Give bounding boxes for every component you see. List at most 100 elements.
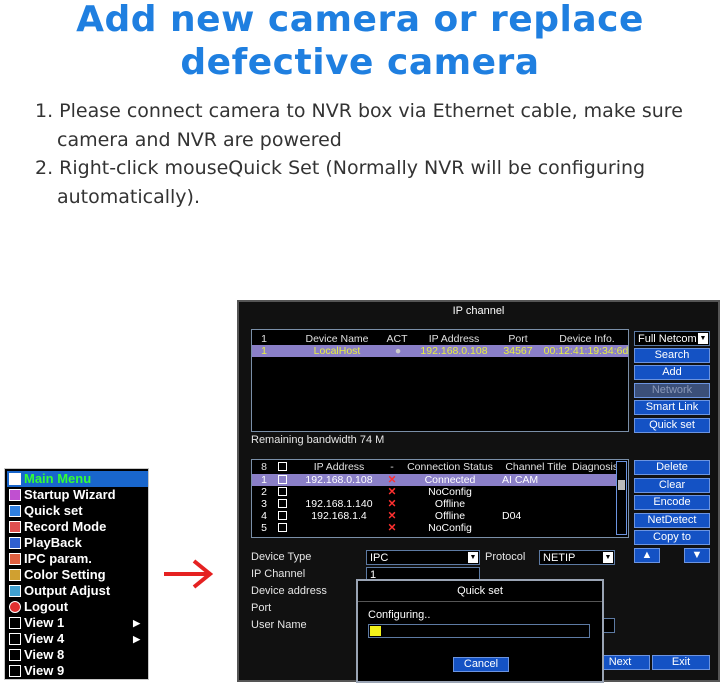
table-row[interactable]: 3 192.168.1.140 ✕ Offline <box>252 498 616 510</box>
menu-item-view-1[interactable]: View 1 ▶ <box>7 615 148 631</box>
select-all-checkbox[interactable] <box>278 462 287 471</box>
instruction-list: 1. Please connect camera to NVR box via … <box>35 97 695 211</box>
table-cell: Connected <box>424 474 476 486</box>
menu-item-logout[interactable]: Logout <box>7 599 148 615</box>
status-error-icon: ✕ <box>387 522 397 534</box>
instruction-step-1: 1. Please connect camera to NVR box via … <box>35 100 683 151</box>
table-cell: 5 <box>261 522 267 534</box>
encode-button[interactable]: Encode <box>634 495 710 510</box>
triangle-up-icon: ▲ <box>641 549 653 561</box>
table-row[interactable]: 1 192.168.0.108 ✕ Connected AI CAM <box>252 474 616 486</box>
ipc-icon <box>9 553 21 565</box>
protocol-label: Protocol <box>485 551 526 563</box>
netcom-select[interactable]: Full Netcom ▼ <box>634 331 710 346</box>
smart-link-button[interactable]: Smart Link <box>634 400 710 415</box>
netdetect-button[interactable]: NetDetect <box>634 513 710 528</box>
table-cell: 192.168.0.108 <box>305 474 373 486</box>
network-button[interactable]: Network <box>634 383 710 398</box>
up-arrow-button[interactable]: ▲ <box>634 548 660 563</box>
device-type-value: IPC <box>370 552 389 564</box>
menu-item-label: Color Setting <box>24 567 106 582</box>
output-icon <box>9 585 21 597</box>
submenu-arrow-icon: ▶ <box>133 634 140 644</box>
table-cell: LocalHost <box>313 345 361 357</box>
copy-to-button[interactable]: Copy to <box>634 530 710 545</box>
menu-item-color-setting[interactable]: Color Setting <box>7 567 148 583</box>
menu-item-ipc-param[interactable]: IPC param. <box>7 551 148 567</box>
column-header: ACT <box>386 333 408 345</box>
row-checkbox[interactable] <box>278 523 287 532</box>
view8-icon <box>9 649 21 661</box>
record-icon <box>9 521 21 533</box>
down-arrow-button[interactable]: ▼ <box>684 548 710 563</box>
device-search-table: 1 Device Name ACT IP Address Port Device… <box>251 329 629 432</box>
add-button[interactable]: Add <box>634 365 710 380</box>
menu-item-output-adjust[interactable]: Output Adjust <box>7 583 148 599</box>
column-header: IP Address <box>428 333 480 345</box>
menu-item-view-9[interactable]: View 9 <box>7 663 148 679</box>
heading-line-1: Add new camera or replace <box>76 0 644 40</box>
table-row[interactable]: 4 192.168.1.4 ✕ Offline D04 <box>252 510 616 522</box>
view1-icon <box>9 617 21 629</box>
menu-item-startup-wizard[interactable]: Startup Wizard <box>7 487 148 503</box>
table-cell: Offline <box>434 498 466 510</box>
menu-item-view-8[interactable]: View 8 <box>7 647 148 663</box>
menu-item-label: Logout <box>24 599 69 614</box>
instruction-step-2: 2. Right-click mouseQuick Set (Normally … <box>35 157 646 208</box>
status-error-icon: ✕ <box>387 510 397 522</box>
channel-table: 8 IP Address - Connection Status Channel… <box>251 459 629 538</box>
heading-line-2: defective camera <box>180 42 540 83</box>
table-cell: 34567 <box>503 345 533 357</box>
table-cell: 192.168.1.4 <box>311 510 367 522</box>
remaining-bandwidth: Remaining bandwidth 74 M <box>251 434 385 446</box>
search-button[interactable]: Search <box>634 348 710 363</box>
table-cell: NoConfig <box>428 522 472 534</box>
menu-item-label: Record Mode <box>24 519 107 534</box>
menu-item-label: Output Adjust <box>24 583 111 598</box>
vertical-scrollbar[interactable] <box>616 461 627 535</box>
status-error-icon: ✕ <box>387 486 397 498</box>
table-cell: 192.168.0.108 <box>420 345 488 357</box>
column-header: Channel Title <box>505 461 567 473</box>
menu-item-view-4[interactable]: View 4 ▶ <box>7 631 148 647</box>
dialog-title: Quick set <box>457 585 503 597</box>
menu-item-label: Main Menu <box>24 471 92 486</box>
right-arrow-icon <box>164 559 214 589</box>
table-cell: NoConfig <box>428 486 472 498</box>
protocol-select[interactable]: NETIP ▼ <box>539 550 615 565</box>
table-row[interactable]: 1 LocalHost ● 192.168.0.108 34567 00:12:… <box>252 345 628 357</box>
quick-set-dialog: Quick set Configuring.. Cancel <box>356 579 604 683</box>
delete-button[interactable]: Delete <box>634 460 710 475</box>
triangle-down-icon: ▼ <box>691 549 703 561</box>
menu-item-quick-set[interactable]: Quick set <box>7 503 148 519</box>
table-row[interactable]: 2 ✕ NoConfig <box>252 486 616 498</box>
row-checkbox[interactable] <box>278 499 287 508</box>
protocol-value: NETIP <box>543 552 576 564</box>
menu-item-record-mode[interactable]: Record Mode <box>7 519 148 535</box>
menu-item-label: View 1 <box>24 615 65 630</box>
menu-item-main-menu[interactable]: Main Menu <box>7 471 148 487</box>
home-icon <box>9 473 21 485</box>
scrollbar-thumb[interactable] <box>618 480 625 490</box>
menu-item-playback[interactable]: PlayBack <box>7 535 148 551</box>
status-error-icon: ✕ <box>387 498 397 510</box>
view9-icon <box>9 665 21 677</box>
netcom-select-value: Full Netcom <box>638 333 697 345</box>
chevron-down-icon: ▼ <box>468 552 478 563</box>
quick-set-icon <box>9 505 21 517</box>
table-cell: 4 <box>261 510 267 522</box>
device-address-label: Device address <box>251 585 327 597</box>
row-checkbox[interactable] <box>278 511 287 520</box>
row-checkbox[interactable] <box>278 487 287 496</box>
row-checkbox[interactable] <box>278 475 287 484</box>
table-cell: AI CAM <box>502 474 539 486</box>
chevron-down-icon: ▼ <box>698 333 708 344</box>
menu-item-label: Quick set <box>24 503 83 518</box>
cancel-button[interactable]: Cancel <box>453 657 509 672</box>
quick-set-button[interactable]: Quick set <box>634 418 710 433</box>
dialog-divider <box>358 601 602 602</box>
exit-button[interactable]: Exit <box>652 655 710 670</box>
device-type-select[interactable]: IPC ▼ <box>366 550 480 565</box>
clear-button[interactable]: Clear <box>634 478 710 493</box>
table-row[interactable]: 5 ✕ NoConfig <box>252 522 616 534</box>
